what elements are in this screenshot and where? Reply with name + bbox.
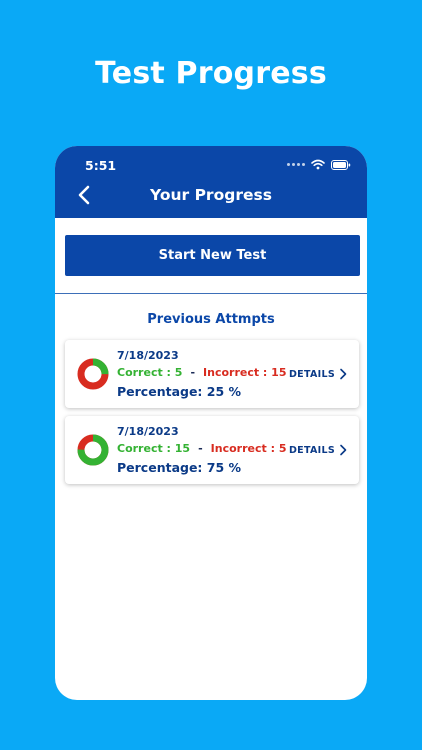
attempt-card[interactable]: 7/18/2023 Correct : 15- Incorrect : 5 Per… <box>65 416 359 484</box>
incorrect-count: Incorrect : 15 <box>203 366 287 379</box>
section-title: Previous Attmpts <box>147 312 275 327</box>
attempt-date: 7/18/2023 <box>117 349 179 362</box>
promo-title: Test Progress <box>95 56 327 91</box>
correct-count: Correct : 5 <box>117 366 183 379</box>
app-header: 5:51 Your Progress <box>55 146 367 218</box>
details-link[interactable]: DETAILS <box>289 368 347 380</box>
signal-icon <box>287 163 305 166</box>
start-new-test-button[interactable]: Start New Test <box>65 235 360 276</box>
incorrect-count: Incorrect : 5 <box>210 442 287 455</box>
status-icons <box>287 159 351 170</box>
details-label: DETAILS <box>288 368 335 380</box>
attempt-card[interactable]: 7/18/2023 Correct : 5- Incorrect : 15 Per… <box>65 340 359 408</box>
status-time: 5:51 <box>85 158 117 173</box>
counts-separator: - <box>190 366 196 379</box>
details-label: DETAILS <box>288 444 335 456</box>
result-donut-icon <box>77 434 109 466</box>
divider <box>55 293 367 294</box>
attempt-counts: Correct : 15- Incorrect : 5 <box>117 442 286 455</box>
page-title: Your Progress <box>150 186 272 204</box>
attempt-counts: Correct : 5- Incorrect : 15 <box>117 366 286 379</box>
phone-screen: 5:51 Your Progress Start New Test Previo… <box>55 146 367 700</box>
attempt-percentage: Percentage: 25 % <box>117 384 242 399</box>
correct-count: Correct : 15 <box>117 442 191 455</box>
battery-icon <box>331 159 351 170</box>
chevron-right-icon <box>340 444 347 456</box>
attempt-percentage: Percentage: 75 % <box>117 460 242 475</box>
details-link[interactable]: DETAILS <box>289 444 347 456</box>
attempt-date: 7/18/2023 <box>117 425 179 438</box>
counts-separator: - <box>198 442 203 455</box>
wifi-icon <box>311 159 325 170</box>
chevron-right-icon <box>340 368 347 380</box>
result-donut-icon <box>77 358 109 390</box>
